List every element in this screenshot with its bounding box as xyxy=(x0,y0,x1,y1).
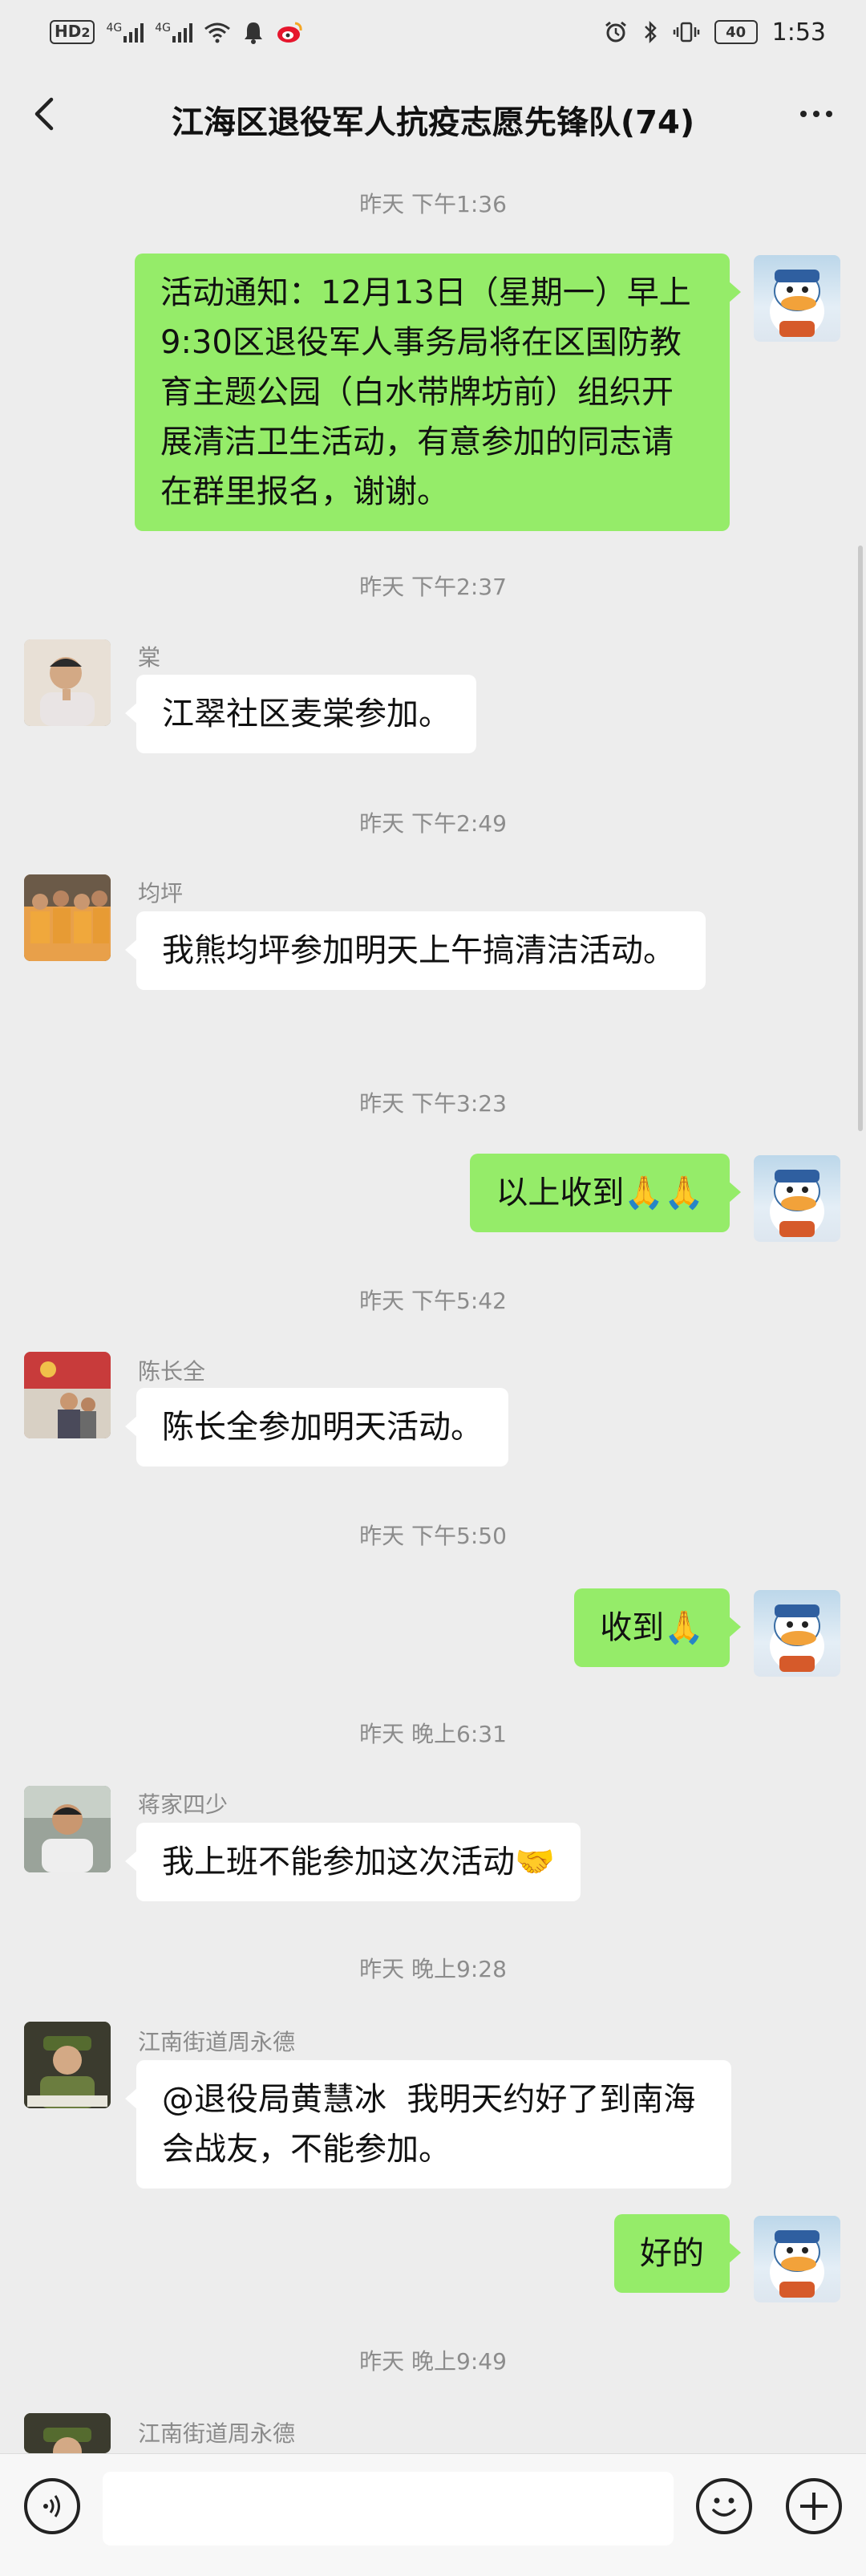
plus-button[interactable] xyxy=(786,2478,842,2534)
duck-avatar-icon xyxy=(770,1170,824,1237)
person-photo-icon xyxy=(24,639,111,726)
person-photo-icon xyxy=(24,1786,111,1872)
sender-name: 江南街道周永德 xyxy=(138,2029,296,2055)
status-right: 40 1:53 xyxy=(604,16,826,48)
sender-name: 蒋家四少 xyxy=(138,1791,229,1818)
avatar[interactable] xyxy=(24,2022,111,2108)
message-bubble-incoming[interactable]: 江翠社区麦棠参加。 xyxy=(125,675,476,753)
voice-icon xyxy=(43,2495,60,2517)
timestamp: 昨天 晚上9:49 xyxy=(359,2348,507,2375)
self-avatar[interactable] xyxy=(754,255,840,342)
hd-sub-label: 2 xyxy=(81,25,91,40)
hd-badge: HD2 xyxy=(50,20,95,44)
emoji-button[interactable] xyxy=(696,2478,752,2534)
bluetooth-icon xyxy=(644,20,657,44)
chat-title: 江海区退役军人抗疫志愿先锋队(74) xyxy=(171,104,695,141)
sender-name: 均坪 xyxy=(138,880,184,907)
title-bar: 江海区退役军人抗疫志愿先锋队(74) xyxy=(0,72,866,160)
more-button[interactable] xyxy=(791,88,842,140)
self-avatar[interactable] xyxy=(754,1590,840,1677)
wifi-icon xyxy=(204,22,230,43)
status-bar: HD2 4G 4G 40 1:53 xyxy=(0,0,866,64)
scrollbar[interactable] xyxy=(858,546,863,1131)
timestamp: 昨天 下午5:42 xyxy=(359,1288,507,1314)
duck-avatar-icon xyxy=(770,1604,824,1672)
sender-name: 棠 xyxy=(138,644,161,671)
notification-bell-icon xyxy=(245,22,263,44)
message-bubble-outgoing[interactable]: 好的 xyxy=(614,2214,741,2293)
voice-button[interactable] xyxy=(24,2478,80,2534)
avatar[interactable] xyxy=(24,2413,111,2453)
message-bubble-outgoing[interactable]: 以上收到🙏🙏 xyxy=(470,1154,741,1232)
avatar[interactable] xyxy=(24,639,111,726)
person-photo-icon xyxy=(24,2022,111,2108)
battery-level: 40 xyxy=(726,23,747,41)
self-avatar[interactable] xyxy=(754,2216,840,2302)
timestamp: 昨天 下午2:49 xyxy=(359,810,507,837)
message-bubble-incoming[interactable]: 我熊均坪参加明天上午搞清洁活动。 xyxy=(125,911,706,990)
timestamp: 昨天 晚上9:28 xyxy=(359,1956,507,1982)
timestamp: 昨天 下午2:37 xyxy=(359,574,507,600)
timestamp: 昨天 下午1:36 xyxy=(359,191,507,217)
more-dots-icon xyxy=(800,111,832,117)
alarm-icon xyxy=(605,21,626,43)
vibrate-icon xyxy=(673,22,699,43)
sender-name: 陈长全 xyxy=(138,1358,206,1385)
message-bubble-incoming[interactable]: @退役局黄慧冰 我明天约好了到南海会战友，不能参加。 xyxy=(125,2060,731,2189)
signal-1-label: 4G xyxy=(106,22,123,34)
self-avatar[interactable] xyxy=(754,1155,840,1242)
status-time: 1:53 xyxy=(771,18,826,47)
signal-1-icon: 4G xyxy=(106,22,144,43)
message-bubble-incoming[interactable]: 陈长全参加明天活动。 xyxy=(125,1388,508,1466)
battery-icon: 40 xyxy=(714,20,758,44)
group-photo-icon xyxy=(24,874,111,961)
weibo-icon xyxy=(277,22,302,43)
message-bubble-incoming[interactable]: 我上班不能参加这次活动🤝 xyxy=(125,1823,581,1901)
avatar[interactable] xyxy=(24,874,111,961)
avatar[interactable] xyxy=(24,1352,111,1438)
timestamp: 昨天 下午5:50 xyxy=(359,1523,507,1549)
message-bubble-outgoing[interactable]: 活动通知：12月13日（星期一）早上9:30区退役军人事务局将在区国防教育主题公… xyxy=(135,254,741,531)
duck-avatar-icon xyxy=(770,270,824,337)
input-bar xyxy=(0,2453,866,2576)
status-left: HD2 4G 4G xyxy=(50,16,303,48)
duck-avatar-icon xyxy=(770,2230,824,2298)
timestamp: 昨天 下午3:23 xyxy=(359,1090,507,1117)
signal-2-label: 4G xyxy=(155,22,172,34)
emoji-icon xyxy=(712,2497,736,2517)
person-photo-icon xyxy=(24,2413,111,2453)
hd-label: HD xyxy=(55,22,82,41)
message-input[interactable] xyxy=(103,2472,674,2546)
person-photo-icon xyxy=(24,1352,111,1438)
signal-2-icon: 4G xyxy=(155,22,193,43)
message-bubble-outgoing[interactable]: 收到🙏 xyxy=(574,1588,741,1667)
timestamp: 昨天 晚上6:31 xyxy=(359,1721,507,1747)
sender-name: 江南街道周永德 xyxy=(138,2420,296,2447)
avatar[interactable] xyxy=(24,1786,111,1872)
